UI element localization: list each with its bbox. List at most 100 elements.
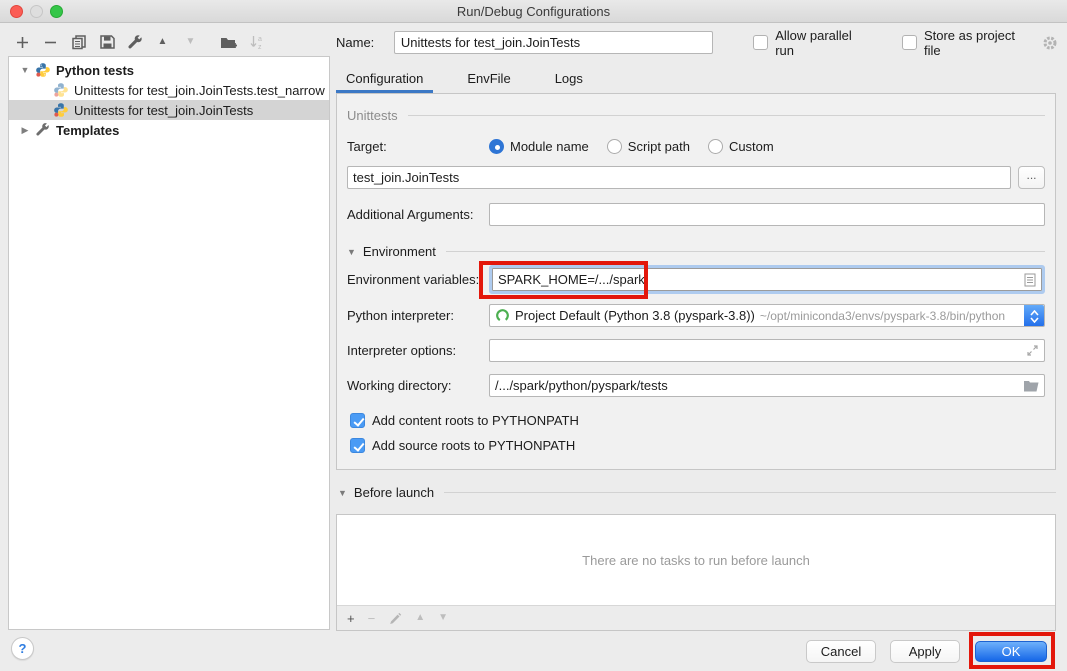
module-name-field[interactable]: [347, 166, 1011, 189]
chevron-down-icon[interactable]: ▼: [338, 488, 347, 498]
tree-node-label: Templates: [56, 123, 119, 138]
before-launch-toolbar: + − ▲ ▼: [337, 605, 1055, 630]
allow-parallel-run-checkbox[interactable]: [753, 35, 768, 50]
combobox-stepper-icon[interactable]: [1024, 305, 1044, 327]
gear-icon[interactable]: [1042, 35, 1058, 51]
divider: [408, 115, 1045, 116]
name-row: Name: Allow parallel run Store as projec…: [336, 31, 1058, 54]
copy-configuration-icon[interactable]: [70, 34, 87, 51]
unittests-group-header: Unittests: [347, 108, 1045, 123]
move-up-icon[interactable]: ▲: [154, 34, 171, 51]
title-bar: Run/Debug Configurations: [0, 0, 1067, 23]
name-input[interactable]: [394, 31, 713, 54]
interpreter-options-field[interactable]: [489, 339, 1045, 362]
chevron-right-icon[interactable]: ▶: [19, 125, 31, 136]
add-content-roots-row: Add content roots to PYTHONPATH: [347, 413, 1045, 428]
environment-variables-focus-ring: [489, 265, 1045, 294]
working-directory-row: Working directory:: [347, 374, 1045, 397]
chevron-down-icon[interactable]: ▼: [347, 247, 356, 257]
target-script-path-label: Script path: [628, 139, 690, 154]
sort-configurations-icon: az: [248, 34, 265, 51]
python-interpreter-row: Python interpreter: Project Default (Pyt…: [347, 304, 1045, 327]
edit-task-pencil-icon: [388, 611, 402, 625]
python-interpreter-combobox[interactable]: Project Default (Python 3.8 (pyspark-3.8…: [489, 304, 1045, 327]
target-label: Target:: [347, 139, 489, 154]
tree-node-label: Unittests for test_join.JoinTests: [74, 103, 253, 118]
store-as-project-file-label: Store as project file: [924, 28, 1035, 58]
conda-environment-icon: [495, 308, 510, 323]
add-source-roots-checkbox[interactable]: [350, 438, 365, 453]
divider: [444, 492, 1056, 493]
edit-templates-wrench-icon[interactable]: [126, 34, 143, 51]
tree-node-test-narrow[interactable]: Unittests for test_join.JoinTests.test_n…: [9, 80, 329, 100]
tree-node-python-tests[interactable]: ▼ Python tests: [9, 60, 329, 80]
before-launch-task-list: There are no tasks to run before launch …: [336, 514, 1056, 631]
python-interpreter-path: ~/opt/miniconda3/envs/pyspark-3.8/bin/py…: [760, 309, 1005, 323]
move-down-icon: ▼: [182, 34, 199, 51]
chevron-down-icon[interactable]: ▼: [19, 65, 31, 75]
target-script-path-radio[interactable]: [607, 139, 622, 154]
environment-section-header[interactable]: ▼ Environment: [347, 244, 1045, 259]
window-title: Run/Debug Configurations: [0, 4, 1067, 19]
help-button[interactable]: ?: [11, 637, 34, 660]
name-label: Name:: [336, 35, 394, 50]
svg-text:a: a: [258, 36, 262, 43]
additional-arguments-input[interactable]: [495, 207, 1039, 222]
wrench-icon: [35, 122, 51, 138]
add-source-roots-label: Add source roots to PYTHONPATH: [372, 438, 575, 453]
add-configuration-button[interactable]: [14, 34, 31, 51]
divider: [446, 251, 1045, 252]
tree-node-templates[interactable]: ▶ Templates: [9, 120, 329, 140]
python-interpreter-label: Python interpreter:: [347, 308, 489, 323]
cancel-button[interactable]: Cancel: [806, 640, 876, 663]
folder-icon[interactable]: [1023, 379, 1039, 392]
target-custom-radio[interactable]: [708, 139, 723, 154]
environment-variables-label: Environment variables:: [347, 272, 489, 287]
tab-bar: Configuration EnvFile Logs: [336, 66, 593, 93]
additional-arguments-row: Additional Arguments:: [347, 203, 1045, 226]
additional-arguments-label: Additional Arguments:: [347, 207, 489, 222]
target-custom-label: Custom: [729, 139, 774, 154]
tab-configuration[interactable]: Configuration: [336, 66, 433, 93]
python-test-icon: [53, 82, 69, 98]
environment-variables-row: Environment variables:: [347, 265, 1045, 294]
working-directory-field[interactable]: [489, 374, 1045, 397]
tree-node-jointests-selected[interactable]: Unittests for test_join.JoinTests: [9, 100, 329, 120]
browse-module-button[interactable]: ...: [1018, 166, 1045, 189]
apply-button[interactable]: Apply: [890, 640, 960, 663]
add-task-button[interactable]: +: [347, 611, 355, 626]
additional-arguments-field[interactable]: [489, 203, 1045, 226]
before-launch-title: Before launch: [354, 485, 434, 500]
environment-variables-input[interactable]: [498, 272, 1024, 287]
browse-variables-icon[interactable]: [1024, 273, 1036, 287]
ok-button[interactable]: OK: [975, 641, 1047, 662]
python-interpreter-value: Project Default (Python 3.8 (pyspark-3.8…: [515, 308, 755, 323]
tab-logs[interactable]: Logs: [545, 66, 593, 93]
svg-text:z: z: [258, 44, 262, 50]
expand-field-icon[interactable]: [1026, 344, 1039, 357]
environment-section-title: Environment: [363, 244, 436, 259]
remove-configuration-button[interactable]: [42, 34, 59, 51]
target-module-name-radio[interactable]: [489, 139, 504, 154]
configuration-panel: Unittests Target: Module name Script pat…: [336, 93, 1056, 470]
module-name-row: ...: [347, 166, 1045, 189]
interpreter-options-input[interactable]: [495, 343, 1026, 358]
tree-node-label: Unittests for test_join.JoinTests.test_n…: [74, 83, 325, 98]
configurations-tree: ▼ Python tests Unittests for test_join.J…: [8, 56, 330, 630]
allow-parallel-run-label: Allow parallel run: [775, 28, 874, 58]
tab-envfile[interactable]: EnvFile: [457, 66, 520, 93]
add-content-roots-label: Add content roots to PYTHONPATH: [372, 413, 579, 428]
new-folder-icon[interactable]: [220, 34, 237, 51]
move-task-down-icon: ▼: [438, 613, 448, 623]
before-launch-header[interactable]: ▼ Before launch: [338, 485, 1056, 500]
store-as-project-file-checkbox[interactable]: [902, 35, 917, 50]
environment-variables-field[interactable]: [492, 268, 1042, 291]
module-name-input[interactable]: [353, 170, 1005, 185]
target-row: Target: Module name Script path Custom: [347, 139, 1045, 154]
configurations-toolbar: ▲ ▼ az: [14, 32, 265, 52]
working-directory-input[interactable]: [495, 378, 1023, 393]
interpreter-options-label: Interpreter options:: [347, 343, 489, 358]
save-configuration-icon[interactable]: [98, 34, 115, 51]
python-test-icon: [53, 102, 69, 118]
add-content-roots-checkbox[interactable]: [350, 413, 365, 428]
